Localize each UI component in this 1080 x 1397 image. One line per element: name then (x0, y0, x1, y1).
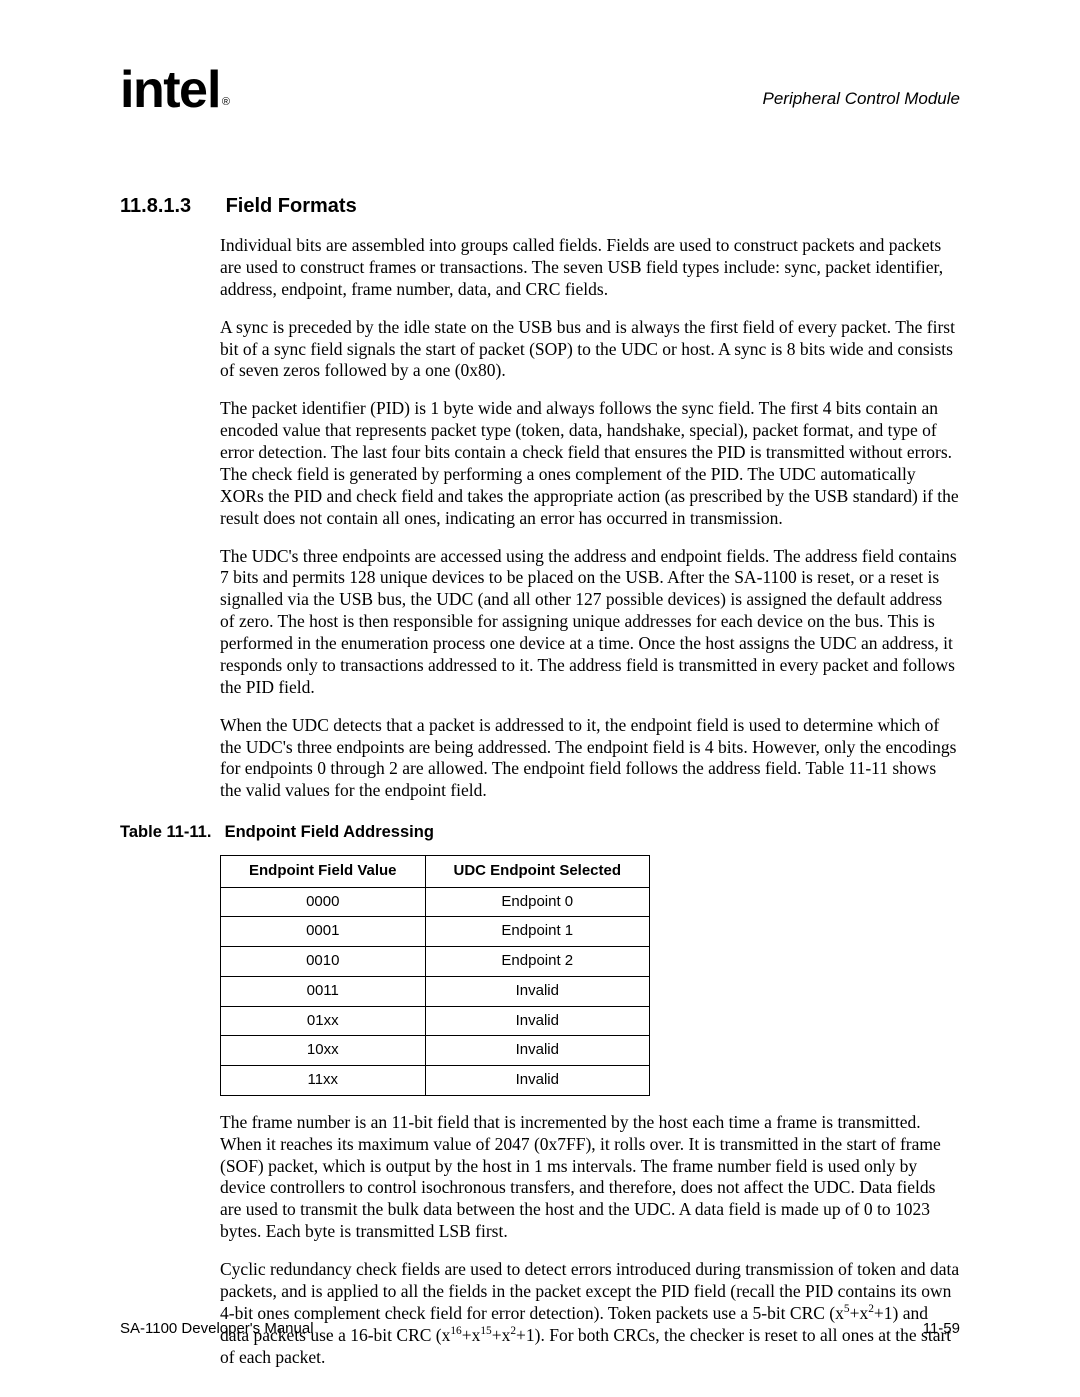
cell-value: 0001 (221, 917, 426, 947)
cell-selected: Invalid (425, 1036, 650, 1066)
endpoint-field-table: Endpoint Field Value UDC Endpoint Select… (220, 855, 650, 1096)
table-row: 0001 Endpoint 1 (221, 917, 650, 947)
table-header-row: Endpoint Field Value UDC Endpoint Select… (221, 855, 650, 887)
section-heading: 11.8.1.3 Field Formats (120, 194, 960, 219)
col-header-value: Endpoint Field Value (221, 855, 426, 887)
page-number: 11-59 (923, 1320, 960, 1339)
footer-left: SA-1100 Developer's Manual (120, 1320, 314, 1337)
cell-selected: Endpoint 0 (425, 887, 650, 917)
page-header: intel® Peripheral Control Module (120, 64, 960, 134)
cell-value: 10xx (221, 1036, 426, 1066)
cell-selected: Endpoint 1 (425, 917, 650, 947)
section-number: 11.8.1.3 (120, 194, 220, 219)
cell-value: 0010 (221, 947, 426, 977)
table-row: 11xx Invalid (221, 1066, 650, 1096)
col-header-selected: UDC Endpoint Selected (425, 855, 650, 887)
paragraph: The UDC's three endpoints are accessed u… (220, 546, 960, 699)
cell-selected: Endpoint 2 (425, 947, 650, 977)
cell-selected: Invalid (425, 1066, 650, 1096)
table-row: 01xx Invalid (221, 1006, 650, 1036)
cell-selected: Invalid (425, 976, 650, 1006)
paragraph: When the UDC detects that a packet is ad… (220, 715, 960, 803)
paragraph: Cyclic redundancy check fields are used … (220, 1259, 960, 1368)
page: intel® Peripheral Control Module 11.8.1.… (0, 0, 1080, 1397)
body-column: Individual bits are assembled into group… (220, 235, 960, 802)
paragraph: Individual bits are assembled into group… (220, 235, 960, 301)
table-row: 0011 Invalid (221, 976, 650, 1006)
cell-selected: Invalid (425, 1006, 650, 1036)
table-row: 0000 Endpoint 0 (221, 887, 650, 917)
table-row: 0010 Endpoint 2 (221, 947, 650, 977)
table-row: 10xx Invalid (221, 1036, 650, 1066)
section-title-text: Field Formats (226, 195, 357, 217)
paragraph: The frame number is an 11-bit field that… (220, 1112, 960, 1243)
table-caption: Table 11-11. Endpoint Field Addressing (120, 822, 960, 843)
cell-value: 0011 (221, 976, 426, 1006)
table-number: Table 11-11. (120, 822, 220, 843)
paragraph: The packet identifier (PID) is 1 byte wi… (220, 398, 960, 529)
page-footer: SA-1100 Developer's Manual 11-59 (120, 1320, 960, 1339)
intel-logo: intel® (120, 64, 227, 116)
table-title: Endpoint Field Addressing (225, 823, 434, 841)
cell-value: 11xx (221, 1066, 426, 1096)
paragraph: A sync is preceded by the idle state on … (220, 317, 960, 383)
cell-value: 0000 (221, 887, 426, 917)
cell-value: 01xx (221, 1006, 426, 1036)
chapter-title: Peripheral Control Module (763, 88, 961, 109)
